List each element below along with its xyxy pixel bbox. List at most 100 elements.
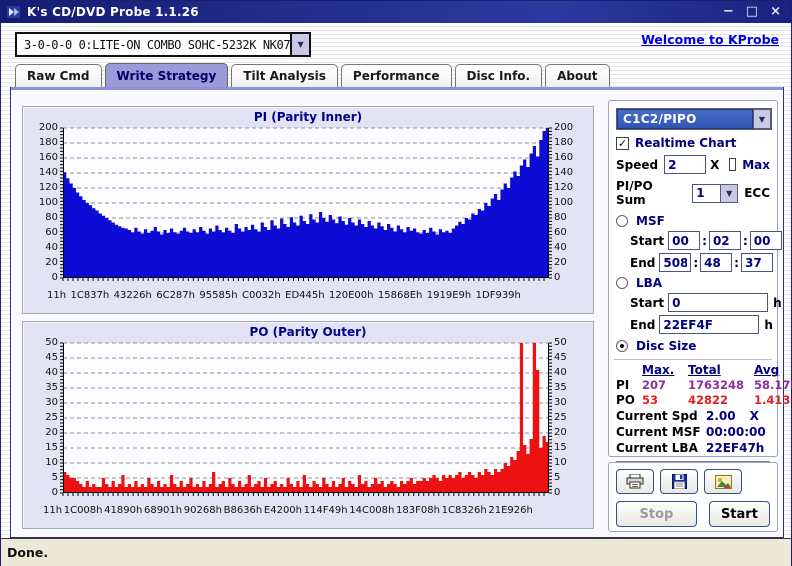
speed-label: Speed xyxy=(616,157,659,172)
save-icon xyxy=(671,474,687,489)
tab-performance[interactable]: Performance xyxy=(340,64,452,87)
print-button[interactable] xyxy=(616,469,654,494)
y-tick-label: 120 xyxy=(554,182,574,193)
lba-start-input[interactable] xyxy=(668,293,769,312)
stop-button[interactable]: Stop xyxy=(616,501,697,527)
pi-y-axis-left: 200 180 160 140 120 100 80 60 40 20 0 xyxy=(23,123,63,283)
po-row-label: PO xyxy=(616,393,635,407)
x-tick-label: C0032h xyxy=(241,290,281,301)
y-tick-label: 160 xyxy=(554,152,574,163)
max-speed-checkbox[interactable] xyxy=(728,158,737,171)
maximize-button[interactable]: □ xyxy=(746,5,758,19)
chevron-down-icon[interactable]: ▼ xyxy=(753,109,771,129)
welcome-link[interactable]: Welcome to KProbe xyxy=(641,32,779,47)
y-tick-label: 200 xyxy=(554,122,574,133)
disc-size-radio[interactable] xyxy=(616,340,628,352)
x-tick-label: 21E926h xyxy=(488,505,533,516)
y-tick-label: 30 xyxy=(554,397,567,408)
y-tick-label: 100 xyxy=(554,197,574,208)
y-tick-label: 80 xyxy=(45,212,58,223)
tab-disc-info[interactable]: Disc Info. xyxy=(454,64,543,87)
tab-raw-cmd[interactable]: Raw Cmd xyxy=(15,64,102,87)
current-lba-label: Current LBA xyxy=(616,441,698,455)
y-tick-label: 5 xyxy=(554,472,561,483)
msf-start-min[interactable] xyxy=(668,231,701,250)
msf-start-label: Start xyxy=(630,233,665,248)
y-tick-label: 120 xyxy=(38,182,58,193)
app-window: K's CD/DVD Probe 1.1.26 − □ × 3-0-0-0 0:… xyxy=(0,0,792,566)
y-tick-label: 40 xyxy=(45,242,58,253)
lba-radio[interactable] xyxy=(616,277,628,289)
po-total: 42822 xyxy=(688,393,729,407)
mode-select[interactable]: C1C2/PIPO ▼ xyxy=(616,108,772,130)
y-tick-label: 0 xyxy=(554,487,561,498)
y-tick-label: 140 xyxy=(554,167,574,178)
status-text: Done. xyxy=(7,545,49,560)
stats-table: Max. Total Avg PI 207 1763248 58.178 PO … xyxy=(616,363,792,407)
pi-chart-title: PI (Parity Inner) xyxy=(253,110,363,124)
y-tick-label: 0 xyxy=(51,272,58,283)
x-tick-label: 1919E9h xyxy=(426,290,472,301)
pipo-sum-select[interactable]: ▼ xyxy=(692,183,739,203)
tab-bar: Raw Cmd Write Strategy Tilt Analysis Per… xyxy=(15,63,610,87)
tab-tilt-analysis[interactable]: Tilt Analysis xyxy=(231,64,338,87)
speed-input[interactable] xyxy=(664,155,707,174)
po-avg: 1.413 xyxy=(754,393,791,407)
y-tick-label: 35 xyxy=(554,382,567,393)
msf-radio[interactable] xyxy=(616,215,628,227)
content-top-strip xyxy=(11,87,783,90)
app-icon xyxy=(7,6,20,18)
stats-header-max: Max. xyxy=(642,363,675,377)
lba-end-label: End xyxy=(630,317,656,332)
stats-header-total: Total xyxy=(688,363,721,377)
realtime-chart-label: Realtime Chart xyxy=(635,136,737,150)
lba-end-input[interactable] xyxy=(659,315,760,334)
msf-end-frame[interactable] xyxy=(740,253,773,272)
msf-end-sec[interactable] xyxy=(700,253,733,272)
lba-start-label: Start xyxy=(630,295,665,310)
y-tick-label: 15 xyxy=(45,442,58,453)
y-tick-label: 140 xyxy=(38,167,58,178)
y-tick-label: 40 xyxy=(554,242,567,253)
x-tick-label: 1C008h xyxy=(63,505,103,516)
close-button[interactable]: × xyxy=(770,5,781,19)
y-tick-label: 60 xyxy=(554,227,567,238)
minimize-button[interactable]: − xyxy=(723,5,734,19)
action-panel: Stop Start xyxy=(608,462,778,532)
po-chart-title: PO (Parity Outer) xyxy=(249,325,367,339)
msf-start-sec[interactable] xyxy=(708,231,741,250)
x-tick-label: 1C837h xyxy=(70,290,110,301)
status-bar: Done. xyxy=(1,538,791,566)
realtime-chart-checkbox[interactable]: ✓ xyxy=(616,136,629,150)
pipo-sum-value[interactable] xyxy=(692,183,721,203)
po-y-axis-right: 50 45 40 35 30 25 20 15 10 5 0 xyxy=(549,338,589,498)
pi-max: 207 xyxy=(642,378,667,392)
current-spd-label: Current Spd xyxy=(616,409,698,423)
y-tick-label: 20 xyxy=(45,257,58,268)
y-tick-label: 180 xyxy=(554,137,574,148)
mode-select-value: C1C2/PIPO xyxy=(617,109,753,129)
export-image-button[interactable] xyxy=(704,469,742,494)
y-tick-label: 60 xyxy=(45,227,58,238)
msf-start-frame[interactable] xyxy=(749,231,782,250)
chevron-down-icon[interactable]: ▼ xyxy=(290,34,309,55)
x-tick-label: 114F49h xyxy=(303,505,348,516)
x-tick-label: 120E00h xyxy=(329,290,374,301)
printer-icon xyxy=(626,474,644,489)
y-tick-label: 35 xyxy=(45,382,58,393)
x-tick-label: 41890h xyxy=(104,505,143,516)
max-speed-label: Max xyxy=(742,157,770,172)
start-button[interactable]: Start xyxy=(708,501,770,527)
chevron-down-icon[interactable]: ▼ xyxy=(720,183,739,203)
save-button[interactable] xyxy=(660,469,698,494)
y-tick-label: 50 xyxy=(554,337,567,348)
x-tick-label: 11h xyxy=(47,290,67,301)
tab-about[interactable]: About xyxy=(545,64,610,87)
y-tick-label: 20 xyxy=(45,427,58,438)
tab-write-strategy[interactable]: Write Strategy xyxy=(104,63,229,87)
msf-end-min[interactable] xyxy=(659,253,692,272)
y-tick-label: 20 xyxy=(554,427,567,438)
window-title: K's CD/DVD Probe 1.1.26 xyxy=(27,5,199,19)
device-select[interactable]: 3-0-0-0 0:LITE-ON COMBO SOHC-5232K NK07 … xyxy=(15,32,311,57)
x-tick-label: 68901h xyxy=(143,505,183,516)
